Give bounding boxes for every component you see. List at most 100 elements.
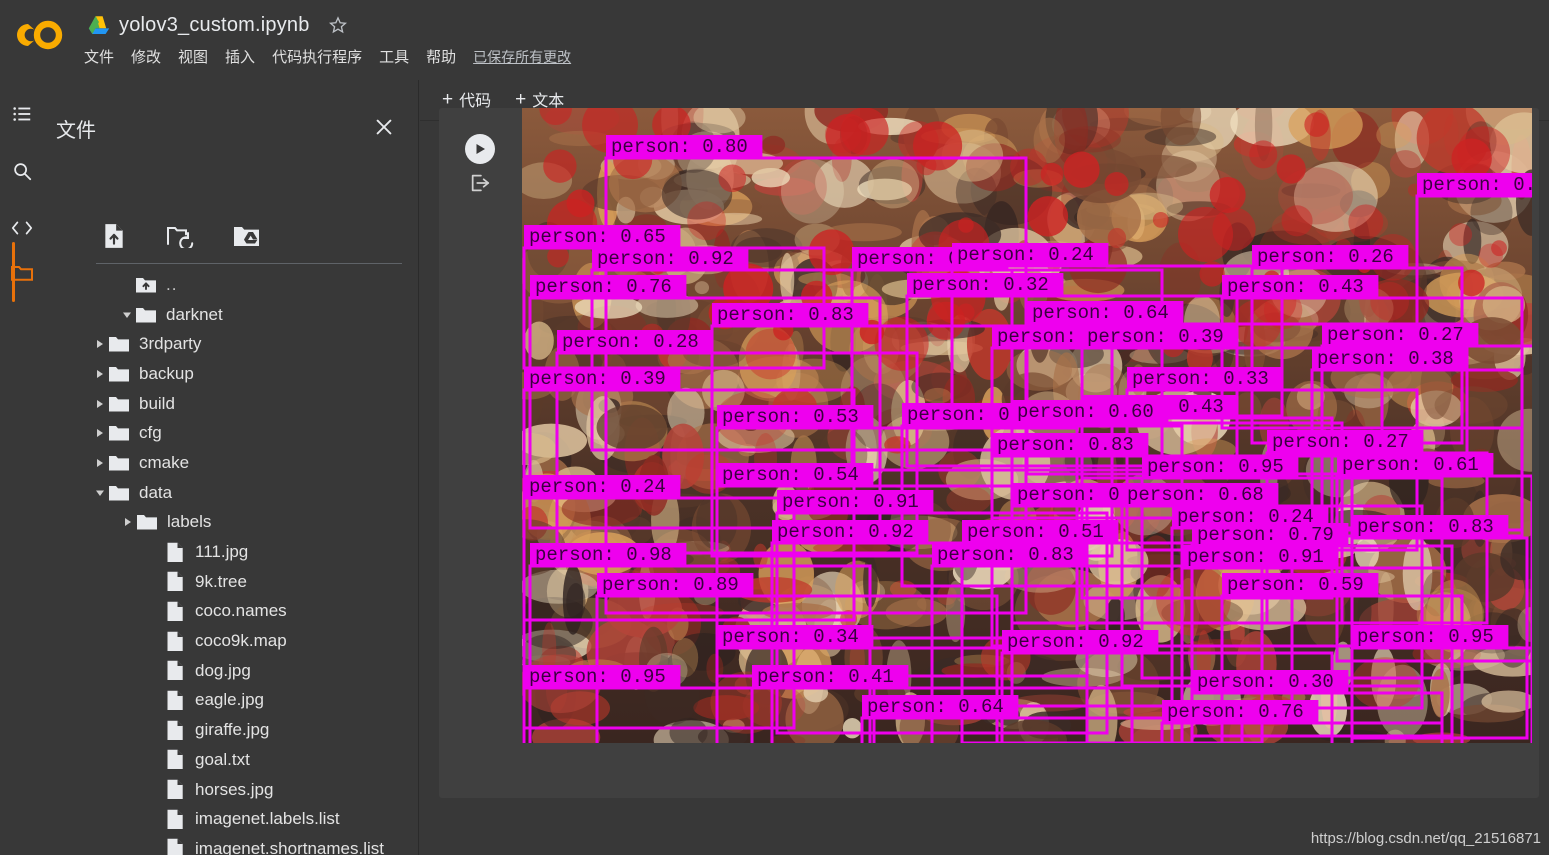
file-icon xyxy=(164,779,186,800)
detection-label: person: 0.83 xyxy=(717,304,854,326)
file-tree-file-item[interactable]: coco.names xyxy=(44,597,419,627)
notebook-cell[interactable]: person: 0.80person: 0.5person: 0.65perso… xyxy=(439,108,1539,798)
panel-divider xyxy=(96,263,402,264)
output-arrow-icon[interactable] xyxy=(467,170,493,196)
detection-label: person: 0.59 xyxy=(1227,574,1364,596)
file-tree-folder-item[interactable]: backup xyxy=(44,359,419,389)
file-tree-folder-item[interactable]: data xyxy=(44,478,419,508)
top-bar: yolov3_custom.ipynb 文件 修改 视图 插入 代码执行程序 工… xyxy=(0,0,1549,78)
file-tree-folder-item[interactable]: build xyxy=(44,389,419,419)
file-tree-file-item[interactable]: imagenet.labels.list xyxy=(44,804,419,834)
file-icon xyxy=(164,690,186,710)
file-icon xyxy=(164,809,186,829)
caret-placeholder xyxy=(148,692,164,708)
caret-placeholder xyxy=(148,544,164,560)
files-panel-header: 文件 xyxy=(44,94,419,142)
table-of-contents-icon[interactable] xyxy=(0,92,44,136)
refresh-folder-icon[interactable] xyxy=(166,222,194,250)
file-tree-file-item[interactable]: eagle.jpg xyxy=(44,686,419,716)
file-tree-item-label: imagenet.labels.list xyxy=(195,809,340,829)
folder-icon xyxy=(136,512,158,532)
file-tree-file-item[interactable]: imagenet.shortnames.list xyxy=(44,834,419,855)
caret-placeholder xyxy=(119,277,135,293)
caret-placeholder xyxy=(148,663,164,679)
detection-label: person: 0.54 xyxy=(722,464,859,486)
menu-bar: 文件 修改 视图 插入 代码执行程序 工具 帮助 已保存所有更改 xyxy=(84,46,571,67)
detection-label: person: 0.41 xyxy=(757,666,894,688)
detection-label: person: 0.95 xyxy=(529,666,666,688)
file-icon xyxy=(164,572,186,592)
menu-item-insert[interactable]: 插入 xyxy=(225,46,255,67)
detection-label: person: 0.24 xyxy=(957,244,1094,266)
file-tree-item-label: .. xyxy=(166,274,178,294)
file-tree-item-label: 3rdparty xyxy=(139,334,202,354)
detection-label: person: 0.38 xyxy=(1317,348,1454,370)
files-panel-toolbar xyxy=(100,222,260,250)
colab-logo-icon[interactable] xyxy=(12,14,68,56)
menu-item-view[interactable]: 视图 xyxy=(178,46,208,67)
file-tree-file-item[interactable]: 9k.tree xyxy=(44,567,419,597)
file-tree-folder-item[interactable]: darknet xyxy=(44,300,419,330)
folder-icon xyxy=(108,394,130,414)
menu-item-file[interactable]: 文件 xyxy=(84,46,114,67)
chevron-right-icon[interactable] xyxy=(92,455,108,471)
detection-label: person: 0.95 xyxy=(1147,456,1284,478)
file-tree-item-label: labels xyxy=(167,512,212,532)
file-tree-file-item[interactable]: 111.jpg xyxy=(44,537,419,567)
star-outline-icon[interactable] xyxy=(328,15,348,35)
page-title[interactable]: yolov3_custom.ipynb xyxy=(119,14,310,37)
file-tree-file-item[interactable]: horses.jpg xyxy=(44,775,419,805)
file-tree-item-label: darknet xyxy=(166,304,223,324)
file-tree-file-item[interactable]: coco9k.map xyxy=(44,626,419,656)
file-tree-folder-item[interactable]: cmake xyxy=(44,448,419,478)
chevron-right-icon[interactable] xyxy=(92,366,108,382)
file-tree-folder-item[interactable]: .. xyxy=(44,270,419,300)
code-snippets-icon[interactable] xyxy=(0,206,44,250)
upload-file-icon[interactable] xyxy=(100,222,128,250)
file-tree-folder-item[interactable]: 3rdparty xyxy=(44,329,419,359)
close-icon[interactable] xyxy=(369,112,399,142)
file-tree-file-item[interactable]: dog.jpg xyxy=(44,656,419,686)
menu-item-tools[interactable]: 工具 xyxy=(379,46,409,67)
file-tree-item-label: backup xyxy=(139,363,194,383)
detection-label: person: 0.5 xyxy=(1422,174,1532,196)
cell-gutter xyxy=(439,108,501,798)
mount-drive-icon[interactable] xyxy=(232,222,260,250)
detection-label: person: 0.39 xyxy=(529,368,666,390)
save-status[interactable]: 已保存所有更改 xyxy=(473,47,571,67)
detection-canvas: person: 0.80person: 0.5person: 0.65perso… xyxy=(522,108,1532,743)
detection-label: person: 0.91 xyxy=(782,491,919,513)
file-tree-file-item[interactable]: goal.txt xyxy=(44,745,419,775)
detection-label: person: 0.27 xyxy=(1272,431,1409,453)
menu-item-help[interactable]: 帮助 xyxy=(426,46,456,67)
file-tree-item-label: eagle.jpg xyxy=(195,690,265,710)
file-tree-file-item[interactable]: giraffe.jpg xyxy=(44,715,419,745)
detection-label: person: 0.34 xyxy=(722,626,859,648)
files-icon[interactable] xyxy=(0,250,44,294)
folder-icon xyxy=(108,453,130,473)
colab-window: yolov3_custom.ipynb 文件 修改 视图 插入 代码执行程序 工… xyxy=(0,0,1549,855)
detection-label: person: 0.32 xyxy=(912,274,1049,296)
chevron-right-icon[interactable] xyxy=(120,514,136,530)
search-icon[interactable] xyxy=(0,149,44,193)
file-tree-folder-item[interactable]: labels xyxy=(44,508,419,538)
folder-icon xyxy=(108,423,130,443)
chevron-right-icon[interactable] xyxy=(92,396,108,412)
chevron-down-icon[interactable] xyxy=(92,485,108,501)
folder-icon xyxy=(108,483,130,503)
detection-label: person: 0.39 xyxy=(1087,326,1224,348)
menu-item-edit[interactable]: 修改 xyxy=(131,46,161,67)
file-tree-item-label: coco9k.map xyxy=(195,631,287,651)
run-cell-icon[interactable] xyxy=(465,134,495,164)
chevron-down-icon[interactable] xyxy=(119,307,135,323)
google-drive-icon xyxy=(88,15,110,35)
chevron-right-icon[interactable] xyxy=(92,425,108,441)
chevron-right-icon[interactable] xyxy=(92,336,108,352)
file-tree-folder-item[interactable]: cfg xyxy=(44,418,419,448)
detection-label: person: 0.27 xyxy=(1327,324,1464,346)
detection-label: person: 0.51 xyxy=(967,521,1104,543)
detection-label: person: 0.60 xyxy=(1017,401,1154,423)
menu-item-runtime[interactable]: 代码执行程序 xyxy=(272,46,362,67)
file-icon xyxy=(164,661,186,681)
file-icon xyxy=(164,542,186,562)
